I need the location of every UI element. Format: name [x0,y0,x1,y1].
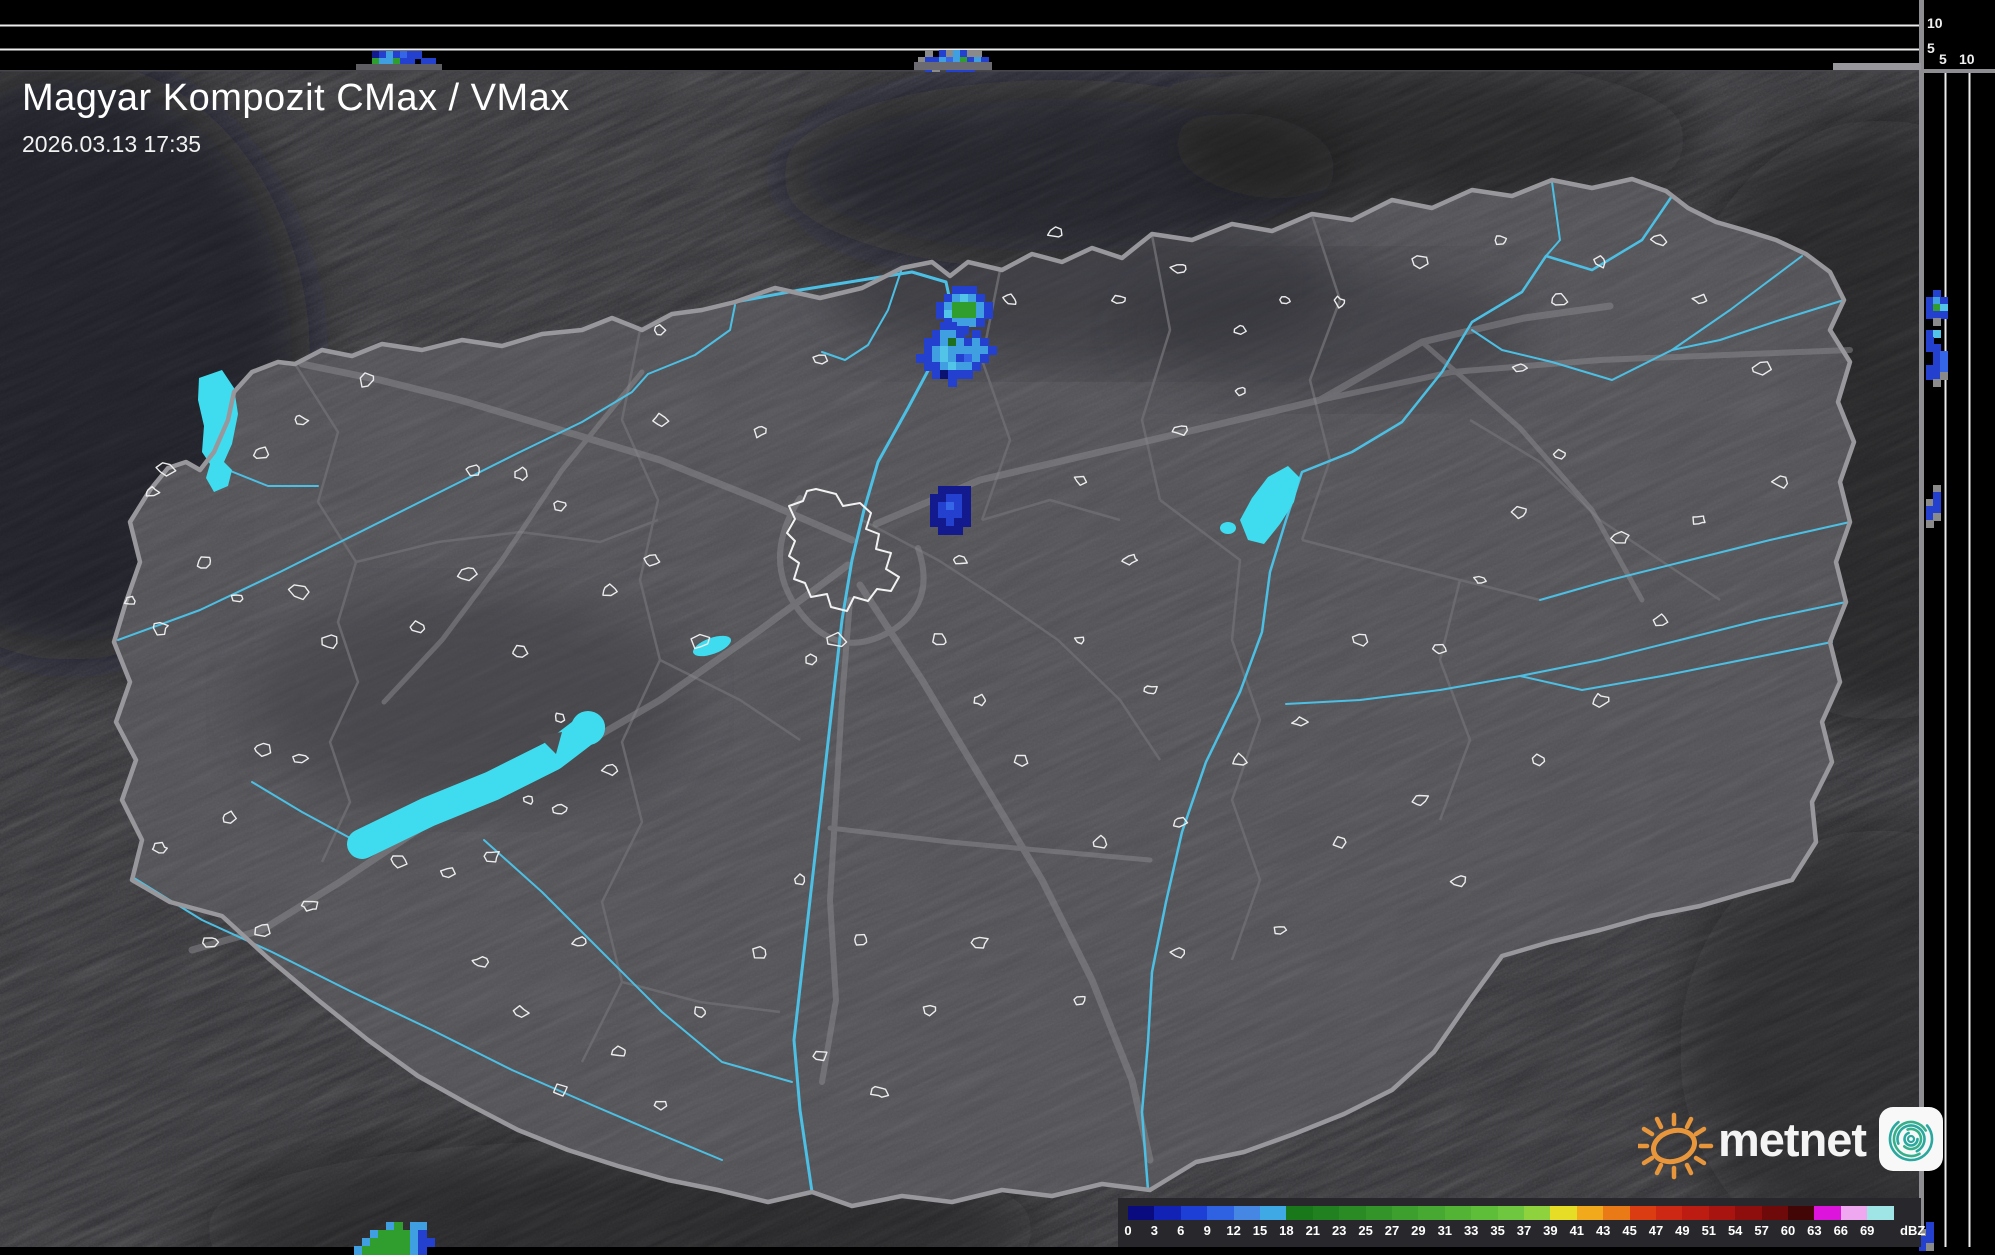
right-axis-5km-label: 5 [1939,51,1947,67]
right-cross-section-panel [1919,0,1995,1247]
legend-color-cell [1260,1206,1287,1220]
metnet-app-icon [1879,1107,1944,1171]
echo-pixel [370,1246,379,1255]
map-panel [0,70,1921,1247]
legend-color-cell [1550,1206,1578,1220]
metnet-logo: metnet [1638,1094,1944,1184]
legend-tick-label: 6 [1177,1223,1185,1238]
legend-color-cell [1814,1206,1842,1220]
legend-tick-label: 31 [1437,1223,1453,1238]
echo-pixel [362,1246,371,1255]
echo-pixel [394,1246,403,1255]
legend-color-cell [1418,1206,1446,1220]
legend-tick-label: 69 [1859,1223,1875,1238]
top-axis-5km-label: 5 [1927,40,1935,56]
top-axis-10km-label: 10 [1927,15,1943,31]
legend-tick-label: 9 [1203,1223,1211,1238]
legend-color-cell [1180,1206,1208,1220]
metnet-wordmark: metnet [1718,1112,1867,1166]
legend-color-cell [1207,1206,1235,1220]
corner-frame-line [1921,69,1995,73]
right-axis-10km-label: 10 [1959,51,1975,67]
legend-color-cell [1471,1206,1499,1220]
legend-tick-label: 18 [1279,1223,1294,1238]
legend-tick-label: 63 [1807,1223,1822,1238]
legend-color-cell [1444,1206,1472,1220]
legend-color-cell [1233,1206,1261,1220]
legend-tick-label: 12 [1226,1223,1241,1238]
legend-tick-label: 66 [1833,1223,1849,1238]
legend-tick-label: 60 [1780,1223,1796,1238]
top-cross-section-panel [0,0,1921,70]
legend-tick-label: 35 [1490,1223,1505,1238]
legend-tick-label: 15 [1252,1223,1268,1238]
legend-tick-label: 37 [1516,1223,1532,1238]
legend-color-cell [1603,1206,1631,1220]
legend-color-cell [1867,1206,1895,1220]
legend-tick-label: 45 [1622,1223,1637,1238]
legend-tick-label: 21 [1305,1223,1321,1238]
dbz-tick-labels: 0 3 6 9 12 15 18 21 23 25 27 29 31 33 35 37 39 41 43 45 47 49… [1124,1223,1918,1241]
legend-color-cell [1524,1206,1551,1220]
legend-tick-label: 41 [1569,1223,1585,1238]
timestamp: 2026.03.13 17:35 [22,131,202,157]
legend-color-cell [1840,1206,1868,1220]
legend-tick-label: 27 [1384,1223,1400,1238]
sun-icon [1638,1112,1714,1180]
legend-tick-label: 54 [1727,1223,1743,1238]
legend-color-cell [1339,1206,1367,1220]
legend-color-cell [1735,1206,1763,1220]
legend-tick-label: 57 [1754,1223,1769,1238]
legend-color-cell [1365,1206,1393,1220]
legend-color-cell [1497,1206,1525,1220]
legend-color-cell [1629,1206,1657,1220]
echo-pixel [378,1246,387,1255]
echo-pixel [418,1246,427,1255]
legend-tick-label: 29 [1411,1223,1426,1238]
echo-pixel [386,1246,395,1255]
echo-pixel [354,1246,363,1255]
legend-color-cell [1761,1206,1789,1220]
map-right-frame [1919,0,1924,1247]
legend-tick-label: 51 [1701,1223,1717,1238]
page-title: Magyar Kompozit CMax / VMax [22,77,570,119]
legend-color-cell [1788,1206,1815,1220]
legend-tick-label: 39 [1543,1223,1558,1238]
dbz-legend: 0 3 6 9 12 15 18 21 23 25 27 29 31 33 35 37 39 41 43 45 47 49… [1118,1198,1925,1247]
echo-pixel [410,1246,419,1255]
legend-color-cell [1128,1206,1155,1220]
radar-composite-page: { "header": { "title": "Magyar Kompozit … [0,0,1995,1255]
echo-pixel [402,1246,411,1255]
legend-tick-label: 43 [1595,1223,1611,1238]
legend-color-cell [1392,1206,1419,1220]
legend-tick-label: 23 [1331,1223,1347,1238]
legend-color-cell [1576,1206,1604,1220]
radar-scene [0,0,1995,1247]
legend-color-cell [1312,1206,1340,1220]
legend-color-cell [1154,1206,1182,1220]
legend-tick-label: 47 [1648,1223,1664,1238]
legend-tick-label: 3 [1150,1223,1159,1238]
legend-tick-label: 0 [1124,1223,1132,1238]
title-block: Magyar Kompozit CMax / VMax 2026.03.13 1… [22,74,570,159]
legend-tick-label: 33 [1463,1223,1479,1238]
legend-color-cell [1656,1206,1683,1220]
legend-color-cell [1286,1206,1314,1220]
legend-color-cell [1708,1206,1736,1220]
legend-tick-label: 25 [1358,1223,1373,1238]
dbz-unit-label: dBZ [1900,1223,1926,1238]
legend-color-cell [1682,1206,1710,1220]
legend-tick-label: 49 [1675,1223,1690,1238]
